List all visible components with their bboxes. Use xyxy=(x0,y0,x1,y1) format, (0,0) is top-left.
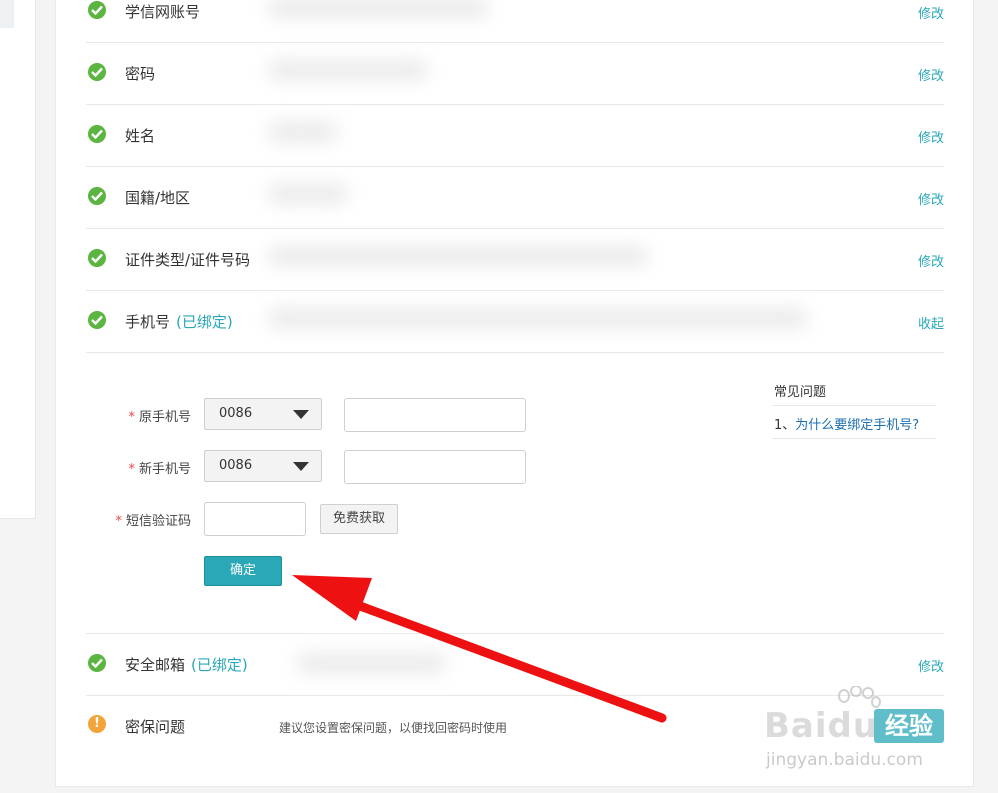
new-phone-input[interactable] xyxy=(344,450,526,484)
country-code-value: 0086 xyxy=(219,406,253,421)
blurred-value xyxy=(268,0,488,18)
blurred-value xyxy=(268,60,428,80)
check-circle-icon xyxy=(88,654,106,672)
check-circle-icon xyxy=(88,311,106,329)
blurred-value xyxy=(268,184,348,204)
row-label: 密保问题 xyxy=(125,718,186,736)
blurred-value xyxy=(268,308,808,328)
check-circle-icon xyxy=(88,125,106,143)
left-sidebar-panel xyxy=(0,0,36,519)
row-password: 密码 修改 xyxy=(86,42,944,105)
confirm-button[interactable]: 确定 xyxy=(204,556,282,586)
modify-link[interactable]: 修改 xyxy=(918,127,944,146)
required-mark: * xyxy=(128,462,135,477)
check-circle-icon xyxy=(88,249,106,267)
row-label: 证件类型/证件号码 xyxy=(125,251,251,269)
sidebar-selected-item[interactable] xyxy=(0,0,14,28)
account-info-card: 学信网账号 修改 密码 修改 姓名 修改 国籍/地区 修改 证件类型/证件号码 xyxy=(55,0,974,787)
faq-divider xyxy=(772,405,936,406)
security-question-tip: 建议您设置密保问题，以便找回密码时使用 xyxy=(279,721,508,735)
row-name: 姓名 修改 xyxy=(86,104,944,167)
blurred-value xyxy=(268,246,648,266)
watermark-url: jingyan.baidu.com xyxy=(766,750,923,770)
new-phone-label: * 新手机号 xyxy=(128,462,191,477)
faq-title: 常见问题 xyxy=(774,385,827,400)
blurred-value xyxy=(296,653,446,673)
faq-item: 1、为什么要绑定手机号? xyxy=(774,414,919,433)
required-mark: * xyxy=(128,410,135,425)
modify-link[interactable]: 修改 xyxy=(918,65,944,84)
collapse-link[interactable]: 收起 xyxy=(918,313,944,332)
modify-link[interactable]: 修改 xyxy=(918,3,944,22)
row-phone: 手机号 (已绑定) 收起 xyxy=(86,290,944,353)
modify-link[interactable]: 修改 xyxy=(918,656,944,675)
row-label: 手机号 (已绑定) xyxy=(125,311,233,332)
watermark-badge: 经验 xyxy=(874,709,944,743)
faq-item-index: 1、 xyxy=(774,418,796,433)
check-circle-icon xyxy=(88,1,106,19)
row-label: 姓名 xyxy=(125,127,156,145)
row-nationality: 国籍/地区 修改 xyxy=(86,166,944,229)
old-phone-country-select[interactable]: 0086 xyxy=(204,398,322,430)
row-label: 密码 xyxy=(125,65,156,83)
row-label: 国籍/地区 xyxy=(125,189,191,207)
modify-link[interactable]: 修改 xyxy=(918,251,944,270)
watermark-text: Baidu xyxy=(764,706,879,746)
row-label-text: 手机号 xyxy=(125,313,171,331)
get-sms-code-button[interactable]: 免费获取 xyxy=(320,504,398,534)
bound-status: (已绑定) xyxy=(191,656,248,674)
row-account: 学信网账号 修改 xyxy=(86,0,944,43)
faq-link-why-bind-phone[interactable]: 为什么要绑定手机号? xyxy=(795,418,919,433)
row-security-email: 安全邮箱 (已绑定) 修改 xyxy=(86,633,944,696)
caret-down-icon xyxy=(293,410,309,419)
row-id-document: 证件类型/证件号码 修改 xyxy=(86,228,944,291)
old-phone-label: * 原手机号 xyxy=(128,410,191,425)
row-label: 安全邮箱 (已绑定) xyxy=(125,654,248,675)
new-phone-country-select[interactable]: 0086 xyxy=(204,450,322,482)
old-phone-input[interactable] xyxy=(344,398,526,432)
blurred-value xyxy=(268,122,338,142)
bound-status: (已绑定) xyxy=(176,313,233,331)
caret-down-icon xyxy=(293,462,309,471)
exclamation-circle-icon: ! xyxy=(88,715,106,733)
required-mark: * xyxy=(115,514,122,529)
sms-code-input[interactable] xyxy=(204,502,306,536)
faq-divider xyxy=(772,438,936,439)
check-circle-icon xyxy=(88,187,106,205)
modify-link[interactable]: 修改 xyxy=(918,189,944,208)
check-circle-icon xyxy=(88,63,106,81)
sms-code-label: * 短信验证码 xyxy=(115,514,191,529)
row-label-text: 安全邮箱 xyxy=(125,656,186,674)
country-code-value: 0086 xyxy=(219,458,253,473)
row-label: 学信网账号 xyxy=(125,3,201,21)
